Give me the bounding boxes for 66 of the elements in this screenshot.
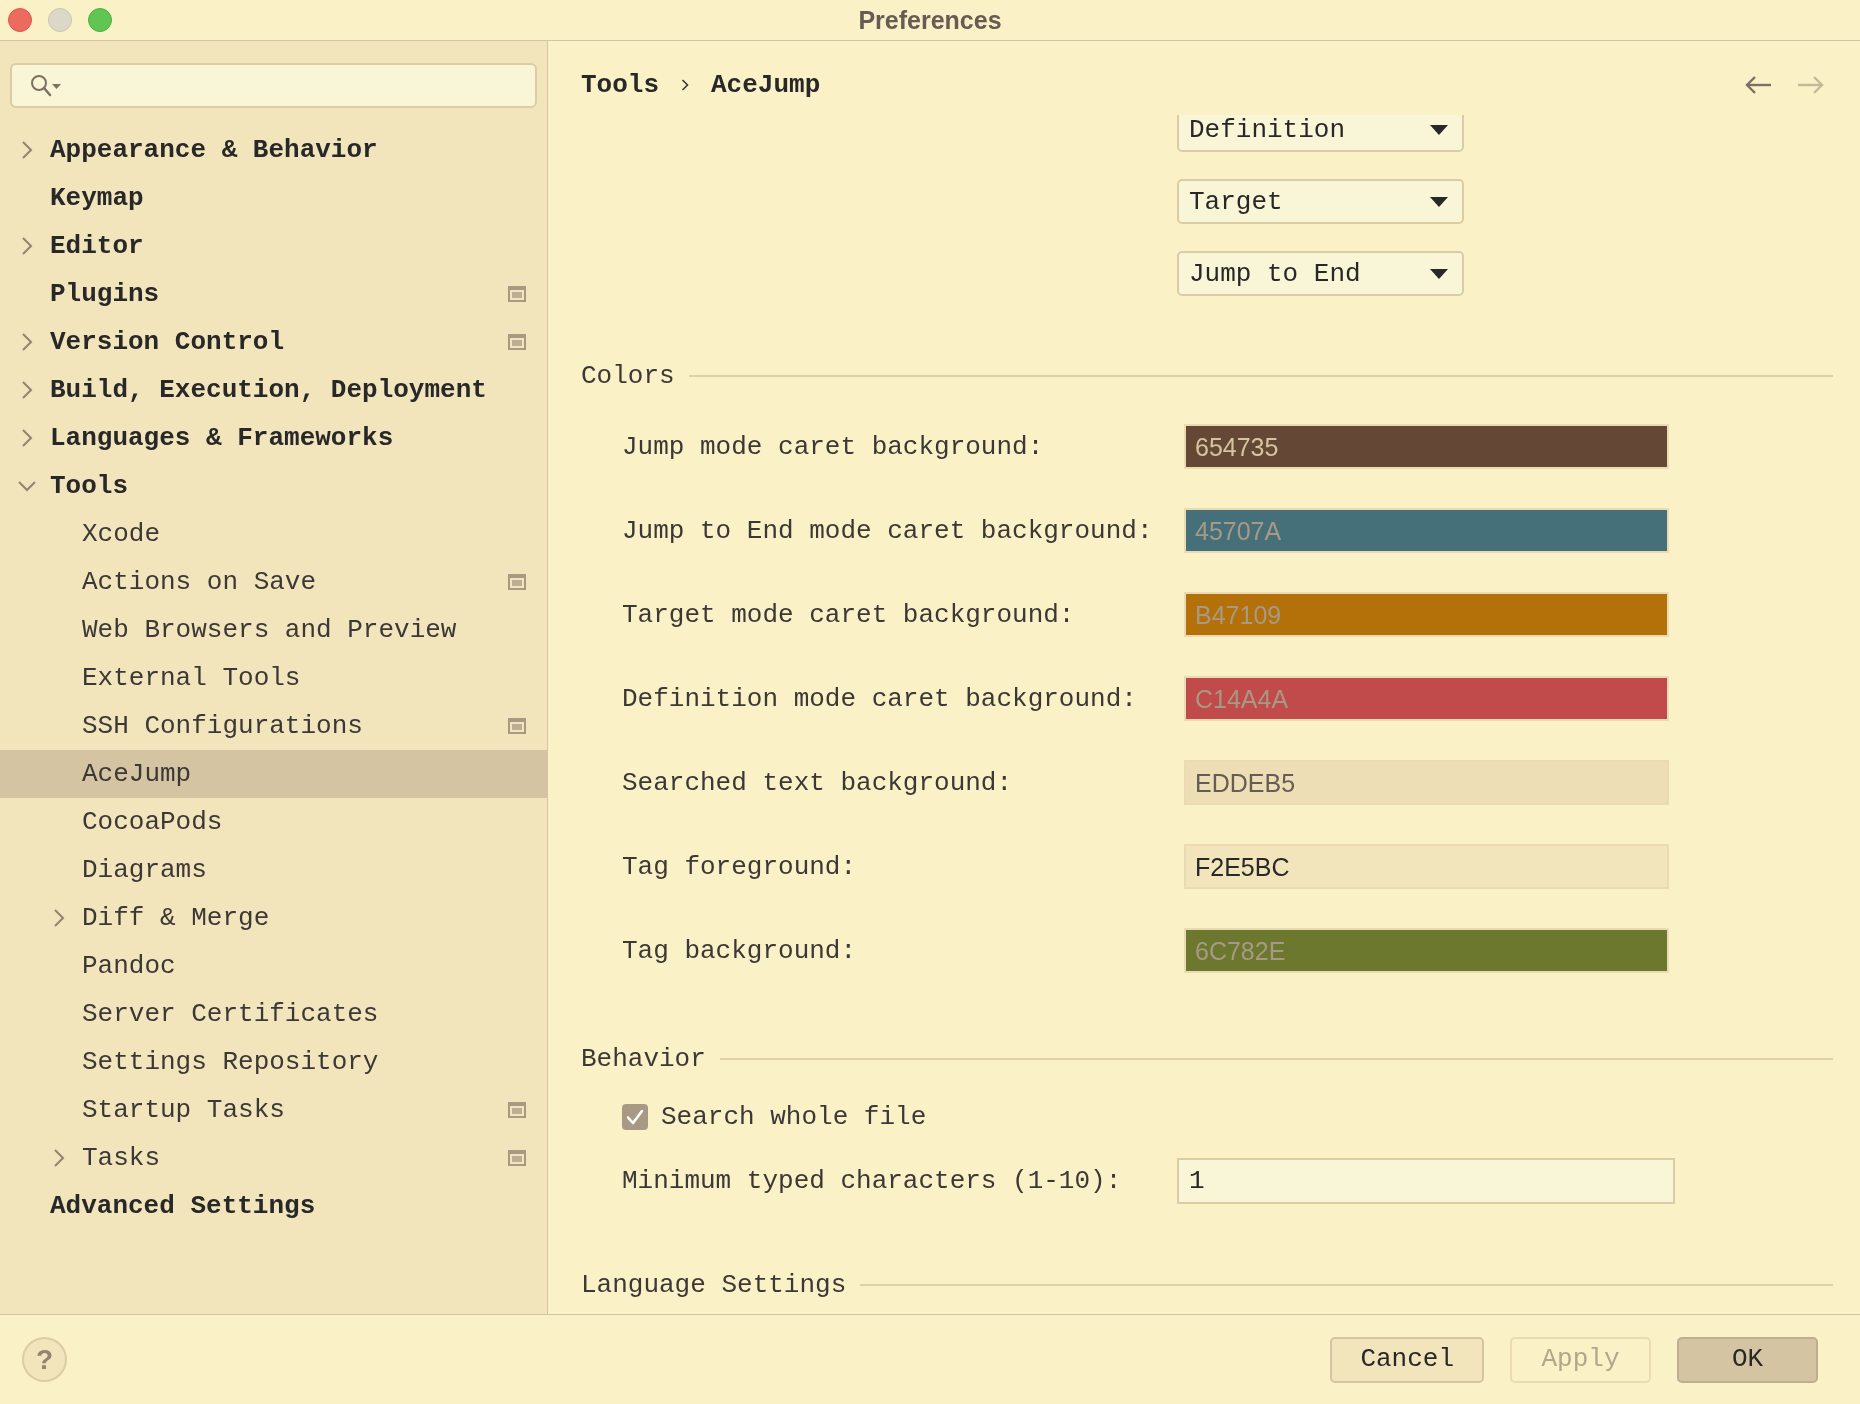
caret-icon bbox=[1430, 196, 1448, 207]
field-label: Minimum typed characters (1-10): bbox=[622, 1166, 1123, 1196]
breadcrumb-item[interactable]: Tools bbox=[581, 70, 659, 100]
tree-item[interactable]: SSH Configurations bbox=[0, 702, 547, 750]
field-label: Jump to End mode caret background: bbox=[622, 515, 1154, 546]
dropdown[interactable]: Target bbox=[1177, 179, 1464, 224]
dropdown[interactable]: Definition bbox=[1177, 115, 1464, 152]
search-field[interactable] bbox=[10, 63, 537, 108]
input-field[interactable]: 1 bbox=[1177, 1158, 1675, 1204]
tree-item[interactable]: External Tools bbox=[0, 654, 547, 702]
chevron-right-icon[interactable] bbox=[53, 1148, 65, 1168]
checkbox[interactable] bbox=[622, 1104, 648, 1130]
tree-item[interactable]: Plugins bbox=[0, 270, 547, 318]
field-label: Jump mode caret background: bbox=[622, 431, 1045, 462]
color-field[interactable]: 654735 bbox=[1184, 424, 1669, 469]
section-title: Behavior bbox=[581, 1044, 706, 1074]
tree-item[interactable]: AceJump bbox=[0, 750, 547, 798]
caret-icon bbox=[1430, 268, 1448, 279]
dropdown[interactable]: Jump to End bbox=[1177, 251, 1464, 296]
chevron-right-icon[interactable] bbox=[21, 428, 33, 448]
tree-item[interactable]: Startup Tasks bbox=[0, 1086, 547, 1134]
tree-item[interactable]: CocoaPods bbox=[0, 798, 547, 846]
tree-item[interactable]: Xcode bbox=[0, 510, 547, 558]
tree-item[interactable]: Keymap bbox=[0, 174, 547, 222]
field-label: Tag foreground: bbox=[622, 851, 858, 882]
tree-item[interactable]: Diagrams bbox=[0, 846, 547, 894]
tree-item[interactable]: Actions on Save bbox=[0, 558, 547, 606]
caret-icon bbox=[1430, 124, 1448, 135]
field-label: Searched text background: bbox=[622, 767, 1014, 798]
maximize-icon[interactable] bbox=[88, 8, 112, 32]
chevron-right-icon[interactable] bbox=[21, 236, 33, 256]
section-title: Colors bbox=[581, 361, 675, 391]
tree-item[interactable]: Languages & Frameworks bbox=[0, 414, 547, 462]
tree-item[interactable]: Editor bbox=[0, 222, 547, 270]
tree-item[interactable]: Settings Repository bbox=[0, 1038, 547, 1086]
chevron-right-icon[interactable] bbox=[21, 332, 33, 352]
section-title: Language Settings bbox=[581, 1270, 847, 1300]
checkbox-label[interactable]: Search whole file bbox=[661, 1102, 927, 1132]
tree-item[interactable]: Version Control bbox=[0, 318, 547, 366]
field-label: Definition mode caret background: bbox=[622, 683, 1138, 714]
minimize-icon[interactable] bbox=[48, 8, 72, 32]
tree-item[interactable]: Advanced Settings bbox=[0, 1182, 547, 1230]
tree-item[interactable]: Pandoc bbox=[0, 942, 547, 990]
tree-item[interactable]: Web Browsers and Preview bbox=[0, 606, 547, 654]
field-label: Target mode caret background: bbox=[622, 599, 1076, 630]
chevron-right-icon[interactable] bbox=[21, 140, 33, 160]
breadcrumb-item: AceJump bbox=[711, 70, 821, 100]
chevron-right-icon[interactable] bbox=[53, 908, 65, 928]
button[interactable]: OK bbox=[1677, 1336, 1818, 1383]
color-field[interactable]: EDDEB5 bbox=[1184, 760, 1669, 805]
button[interactable]: Cancel bbox=[1330, 1336, 1484, 1383]
window-title: Preferences bbox=[858, 7, 1002, 33]
chevron-down-icon[interactable] bbox=[17, 480, 37, 492]
close-icon[interactable] bbox=[8, 8, 32, 32]
tree-item[interactable]: Build, Execution, Deployment bbox=[0, 366, 547, 414]
tree-item[interactable]: Server Certificates bbox=[0, 990, 547, 1038]
chevron-right-icon bbox=[681, 79, 689, 91]
color-field[interactable]: F2E5BC bbox=[1184, 844, 1669, 889]
tree-item[interactable]: Appearance & Behavior bbox=[0, 126, 547, 174]
field-label: Tag background: bbox=[622, 935, 858, 966]
chevron-right-icon[interactable] bbox=[21, 380, 33, 400]
arrow-left-icon[interactable] bbox=[1744, 75, 1772, 95]
tree-item[interactable]: Diff & Merge bbox=[0, 894, 547, 942]
tree-item[interactable]: Tasks bbox=[0, 1134, 547, 1182]
search-icon[interactable] bbox=[30, 73, 62, 98]
tree-item[interactable]: Tools bbox=[0, 462, 547, 510]
